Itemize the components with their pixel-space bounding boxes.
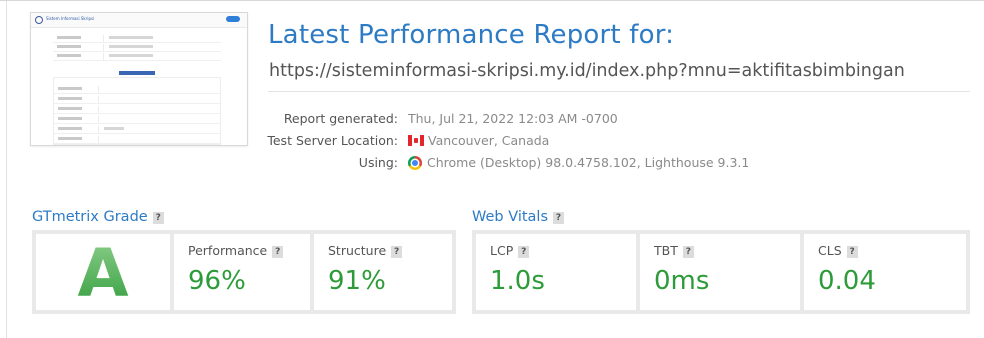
header-divider <box>268 91 970 92</box>
server-location-value: Vancouver, Canada <box>428 133 550 148</box>
thumbnail-row <box>54 126 220 134</box>
performance-label: Performance? <box>188 243 284 259</box>
server-location-label: Test Server Location: <box>267 133 398 148</box>
report-url[interactable]: https://sisteminformasi-skripsi.my.id/in… <box>269 59 905 83</box>
using-value: Chrome (Desktop) 98.0.4758.102, Lighthou… <box>427 155 750 170</box>
tbt-label: TBT? <box>654 243 694 259</box>
tbt-label-text: TBT <box>654 243 678 258</box>
server-location: Vancouver, Canada <box>408 132 549 150</box>
tbt-help-icon[interactable]: ? <box>682 246 694 258</box>
thumbnail-row <box>54 136 220 144</box>
left-rule <box>6 1 7 338</box>
cls-label-text: CLS <box>818 243 842 258</box>
cls-label: CLS? <box>818 243 858 259</box>
using: Chrome (Desktop) 98.0.4758.102, Lighthou… <box>408 154 749 172</box>
grade-letter: A <box>36 234 170 314</box>
web-vitals-title-text: Web Vitals <box>472 209 549 225</box>
gtmetrix-grade-title-text: GTmetrix Grade <box>32 209 148 225</box>
cls-value: 0.04 <box>818 266 876 296</box>
structure-help-icon[interactable]: ? <box>391 246 403 258</box>
thumbnail-site-title: Sistem Informasi Skripsi <box>46 16 95 21</box>
web-vitals-panel: LCP? 1.0s TBT? 0ms CLS? 0.04 <box>472 230 970 314</box>
grade-letter-cell: A <box>36 234 170 312</box>
web-vitals-help-icon[interactable]: ? <box>553 212 565 224</box>
thumbnail-logo-icon <box>35 16 43 24</box>
page-screenshot-thumbnail[interactable]: Sistem Informasi Skripsi <box>30 12 248 146</box>
thumbnail-row <box>54 106 220 114</box>
using-label: Using: <box>358 155 398 170</box>
thumbnail-row <box>54 86 220 94</box>
thumbnail-row <box>54 116 220 124</box>
lcp-help-icon[interactable]: ? <box>518 246 530 258</box>
lcp-cell: LCP? 1.0s <box>476 234 636 310</box>
report-generated-label: Report generated: <box>283 111 398 126</box>
chrome-icon <box>408 156 422 170</box>
performance-value: 96% <box>188 266 246 296</box>
thumbnail-header: Sistem Informasi Skripsi <box>31 13 247 28</box>
thumbnail-button <box>226 16 240 22</box>
thumbnail-row <box>53 35 221 43</box>
lcp-label-text: LCP <box>490 243 514 258</box>
structure-value: 91% <box>328 266 386 296</box>
structure-label: Structure? <box>328 243 403 259</box>
report-generated-value: Thu, Jul 21, 2022 12:03 AM -0700 <box>408 111 618 126</box>
structure-cell: Structure? 91% <box>314 234 452 310</box>
grade-help-icon[interactable]: ? <box>152 212 164 224</box>
canada-flag-icon <box>408 135 424 146</box>
web-vitals-title: Web Vitals? <box>472 208 565 226</box>
performance-help-icon[interactable]: ? <box>272 246 284 258</box>
lcp-label: LCP? <box>490 243 530 259</box>
report-title: Latest Performance Report for: <box>268 20 675 50</box>
top-border <box>0 0 984 1</box>
cls-help-icon[interactable]: ? <box>846 246 858 258</box>
cls-cell: CLS? 0.04 <box>804 234 966 310</box>
thumbnail-heading <box>119 71 155 75</box>
gtmetrix-grade-title: GTmetrix Grade? <box>32 208 164 226</box>
tbt-value: 0ms <box>654 266 710 296</box>
tbt-cell: TBT? 0ms <box>640 234 800 310</box>
performance-cell: Performance? 96% <box>174 234 310 310</box>
gtmetrix-grade-panel: A Performance? 96% Structure? 91% <box>32 230 456 314</box>
structure-label-text: Structure <box>328 243 387 258</box>
performance-label-text: Performance <box>188 243 268 258</box>
thumbnail-form <box>53 77 221 145</box>
lcp-value: 1.0s <box>490 266 545 296</box>
thumbnail-row <box>53 44 221 52</box>
thumbnail-row <box>53 53 221 61</box>
thumbnail-row <box>54 96 220 104</box>
